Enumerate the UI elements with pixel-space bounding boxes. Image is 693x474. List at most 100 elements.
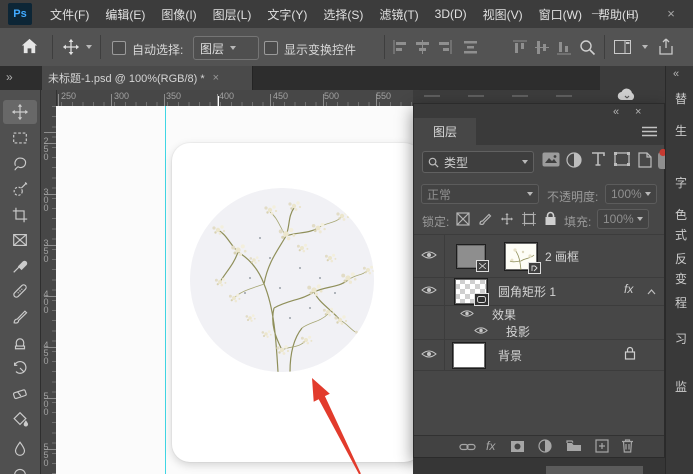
visibility-eye-icon[interactable] [421, 249, 437, 263]
history-brush-tool[interactable] [3, 356, 37, 380]
layer-name[interactable]: 圆角矩形 1 [498, 283, 556, 300]
close-window-button[interactable]: × [654, 0, 688, 26]
link-layers-icon[interactable] [459, 441, 476, 455]
lock-all-icon[interactable] [544, 211, 557, 229]
layer-filter-search[interactable]: 类型 [422, 151, 534, 173]
canvas[interactable] [56, 106, 413, 474]
brush-tool[interactable] [3, 305, 37, 329]
dock-tab-label[interactable]: 替 [675, 90, 687, 107]
dock-tab-label[interactable]: 习 [675, 330, 687, 347]
distribute-icon[interactable] [463, 40, 478, 54]
visibility-eye-icon[interactable] [421, 348, 437, 362]
move-tool[interactable] [3, 100, 37, 124]
toolbar-collapse-icon[interactable]: » [6, 70, 11, 84]
dock-tab-label[interactable]: 字 [675, 174, 687, 191]
menu-type[interactable]: 文字(Y) [259, 6, 315, 23]
align-right-icon[interactable] [437, 40, 452, 54]
align-left-icon[interactable] [393, 40, 408, 54]
visibility-eye-icon[interactable] [421, 284, 437, 298]
smart-object-filter-icon[interactable] [638, 152, 652, 168]
dock-collapse-icon[interactable]: « [673, 68, 679, 80]
blend-mode-dropdown[interactable]: 正常 [421, 184, 539, 204]
menu-view[interactable]: 视图(V) [475, 6, 531, 23]
effects-row[interactable]: 效果 [414, 305, 664, 322]
layer-style-fx-icon[interactable]: fx [486, 439, 495, 453]
zoom-icon[interactable] [579, 39, 596, 56]
adjustment-layers-filter-icon[interactable] [566, 152, 582, 168]
dock-tab-label[interactable]: 式 [675, 226, 687, 243]
minimize-button[interactable]: − [578, 0, 612, 26]
workspace-icon[interactable] [614, 40, 631, 54]
maximize-button[interactable]: □ [616, 0, 650, 26]
options-overflow-chevron-icon[interactable] [642, 45, 648, 49]
panel-close-icon[interactable]: × [635, 106, 641, 118]
menu-filter[interactable]: 滤镜(T) [371, 6, 426, 23]
menu-select[interactable]: 选择(S) [315, 6, 371, 23]
align-top-icon[interactable] [513, 40, 527, 55]
opacity-dropdown[interactable]: 100% [605, 184, 657, 204]
object-selection-tool[interactable] [3, 177, 37, 201]
eraser-tool[interactable] [3, 381, 37, 405]
lasso-tool[interactable] [3, 151, 37, 175]
spot-healing-brush-tool[interactable] [3, 279, 37, 303]
lock-artboard-icon[interactable] [522, 212, 536, 229]
dock-tab-label[interactable]: 生 [675, 122, 687, 139]
layers-tab[interactable]: 图层 [414, 118, 476, 145]
drop-shadow-row[interactable]: 投影 [414, 322, 664, 340]
new-group-icon[interactable] [566, 440, 582, 455]
frame-thumbnail[interactable] [456, 244, 486, 269]
rectangular-marquee-tool[interactable] [3, 126, 37, 150]
layer-row-frame[interactable]: 2 画框 [414, 234, 664, 278]
fill-dropdown[interactable]: 100% [597, 209, 649, 229]
fx-badge[interactable]: fx [624, 282, 633, 296]
show-transform-checkbox[interactable] [264, 41, 278, 55]
auto-select-checkbox[interactable] [112, 41, 126, 55]
layer-row-background[interactable]: 背景 [414, 339, 664, 371]
lock-transparent-icon[interactable] [456, 212, 470, 229]
dock-tab-label[interactable]: 程 [675, 294, 687, 311]
lock-pixels-icon[interactable] [478, 212, 492, 229]
blur-tool[interactable] [3, 437, 37, 461]
pixel-layers-filter-icon[interactable] [542, 152, 560, 167]
add-mask-icon[interactable] [510, 440, 525, 456]
type-layers-filter-icon[interactable] [591, 152, 605, 166]
dodge-tool[interactable] [3, 461, 37, 474]
visibility-eye-icon[interactable] [460, 307, 474, 321]
panel-menu-icon[interactable] [642, 126, 657, 140]
delete-layer-icon[interactable] [621, 438, 634, 456]
frame-tool[interactable] [3, 228, 37, 252]
eyedropper-tool[interactable] [3, 254, 37, 278]
share-icon[interactable] [658, 38, 674, 56]
shape-layers-filter-icon[interactable] [614, 152, 630, 166]
background-lock-icon[interactable] [624, 346, 636, 363]
shape-thumbnail[interactable] [454, 278, 488, 305]
adjustment-layer-icon[interactable] [538, 439, 552, 456]
lock-position-icon[interactable] [500, 212, 514, 229]
panel-collapse-icon[interactable]: « [613, 106, 619, 118]
clone-stamp-tool[interactable] [3, 330, 37, 354]
menu-3d[interactable]: 3D(D) [427, 7, 475, 21]
dock-tab-label[interactable]: 监 [675, 378, 687, 395]
layer-name[interactable]: 2 画框 [545, 248, 579, 265]
collapse-effects-chevron-icon[interactable] [647, 284, 656, 298]
dock-tab-label[interactable]: 变 [675, 270, 687, 287]
dock-tab-label[interactable]: 色 [675, 206, 687, 223]
crop-tool[interactable] [3, 203, 37, 227]
menu-image[interactable]: 图像(I) [153, 6, 204, 23]
background-thumbnail[interactable] [452, 342, 486, 369]
layer-name[interactable]: 背景 [498, 347, 522, 364]
layer-row-rounded-rect[interactable]: 圆角矩形 1 fx [414, 276, 664, 306]
menu-layer[interactable]: 图层(L) [205, 6, 260, 23]
menu-file[interactable]: 文件(F) [42, 6, 97, 23]
auto-select-dropdown[interactable]: 图层 [193, 36, 259, 60]
visibility-eye-icon[interactable] [474, 324, 488, 338]
cloud-sync-icon[interactable] [616, 87, 638, 103]
home-icon[interactable] [20, 37, 39, 56]
dock-tab-label[interactable]: 反 [675, 250, 687, 267]
tab-close-icon[interactable]: × [213, 72, 219, 84]
move-tool-icon[interactable] [62, 38, 80, 56]
menu-edit[interactable]: 编辑(E) [97, 6, 153, 23]
new-layer-icon[interactable] [595, 439, 609, 456]
frame-content-thumbnail[interactable] [504, 242, 538, 271]
move-options-chevron-icon[interactable] [86, 45, 92, 49]
